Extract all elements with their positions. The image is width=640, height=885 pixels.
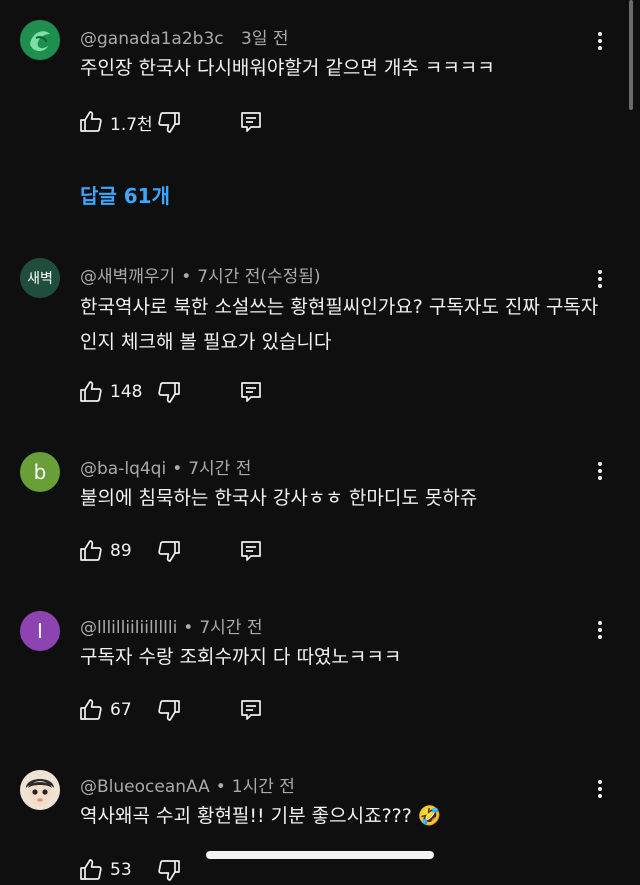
- thumbs-up-icon: [80, 859, 102, 880]
- reply-button[interactable]: [238, 109, 264, 135]
- more-vert-icon: [598, 462, 602, 466]
- comment-text: 구독자 수랑 조회수까지 다 따였노ㅋㅋㅋ: [80, 646, 402, 668]
- thumbs-up-icon: [80, 699, 102, 720]
- more-vert-icon: [598, 780, 602, 784]
- like-count: 53: [110, 860, 132, 880]
- reply-button[interactable]: [238, 697, 264, 723]
- separator: •: [183, 618, 194, 638]
- separator: •: [215, 777, 226, 797]
- like-button[interactable]: [78, 538, 104, 564]
- more-options-button[interactable]: [590, 267, 610, 291]
- baby-avatar-icon: [20, 770, 60, 810]
- comment-actions: 53: [78, 855, 182, 885]
- reply-button[interactable]: [238, 379, 264, 405]
- avatar[interactable]: 새벽: [20, 258, 60, 298]
- like-count: 89: [110, 541, 132, 561]
- more-options-button[interactable]: [590, 459, 610, 483]
- thumbs-down-icon: [158, 700, 180, 721]
- author-name[interactable]: @새벽깨우기: [80, 267, 175, 287]
- like-button[interactable]: [78, 857, 104, 883]
- reply-button[interactable]: [238, 538, 264, 564]
- thumbs-up-icon: [80, 381, 102, 402]
- author-name[interactable]: @ba-lq4qi: [80, 459, 166, 479]
- like-button[interactable]: [78, 379, 104, 405]
- dislike-button[interactable]: [156, 109, 182, 135]
- dislike-button[interactable]: [156, 857, 182, 883]
- comment-meta: @ganada1a2b3c 3일 전: [80, 24, 289, 49]
- comment-text: 역사왜곡 수괴 황현필!! 기분 좋으시죠??? 🤣: [80, 805, 442, 827]
- more-options-button[interactable]: [590, 777, 610, 801]
- more-options-button[interactable]: [590, 618, 610, 642]
- comment-meta: @BlueoceanAA • 1시간 전: [80, 772, 295, 797]
- reply-icon: [241, 382, 261, 402]
- avatar[interactable]: I: [20, 611, 60, 651]
- like-count: 67: [110, 700, 132, 720]
- avatar[interactable]: b: [20, 452, 60, 492]
- more-vert-icon: [598, 32, 602, 36]
- thumbs-down-icon: [158, 382, 180, 403]
- thumbs-down-icon: [158, 112, 180, 133]
- thumbs-up-icon: [80, 111, 102, 132]
- more-vert-icon: [598, 270, 602, 274]
- comment-time: 3일 전: [241, 29, 289, 49]
- more-vert-icon: [598, 621, 602, 625]
- separator: •: [181, 267, 192, 287]
- green-logo-icon: [20, 20, 60, 60]
- comment-time: 7시간 전(수정됨): [197, 267, 321, 287]
- like-button[interactable]: [78, 109, 104, 135]
- comment-actions: 89: [78, 536, 264, 566]
- thumbs-down-icon: [158, 541, 180, 562]
- separator: [230, 29, 235, 49]
- separator: •: [172, 459, 183, 479]
- more-options-button[interactable]: [590, 29, 610, 53]
- thumbs-up-icon: [80, 540, 102, 561]
- thumbs-down-icon: [158, 860, 180, 881]
- dislike-button[interactable]: [156, 697, 182, 723]
- reply-icon: [241, 112, 261, 132]
- comment-actions: 1.7천: [78, 107, 264, 137]
- author-name[interactable]: @BlueoceanAA: [80, 777, 210, 797]
- avatar[interactable]: [20, 770, 60, 810]
- author-name[interactable]: @ganada1a2b3c: [80, 29, 224, 49]
- author-name[interactable]: @lllilliiliillllli: [80, 618, 177, 638]
- like-button[interactable]: [78, 697, 104, 723]
- scrollbar[interactable]: [629, 0, 633, 110]
- comment-time: 1시간 전: [231, 777, 295, 797]
- like-count: 1.7천: [110, 114, 153, 135]
- comment-text: 불의에 침묵하는 한국사 강사ㅎㅎ 한마디도 못하쥬: [80, 487, 478, 509]
- home-indicator: [206, 851, 434, 859]
- like-count: 148: [110, 382, 143, 402]
- dislike-button[interactable]: [156, 538, 182, 564]
- comment-time: 7시간 전: [188, 459, 252, 479]
- dislike-button[interactable]: [156, 379, 182, 405]
- reply-icon: [241, 700, 261, 720]
- comment-text: 한국역사로 북한 소설쓰는 황현필씨인가요? 구독자도 진짜 구독자인지 체크해…: [80, 296, 599, 353]
- comment-meta: @ba-lq4qi • 7시간 전: [80, 454, 251, 479]
- comment-meta: @새벽깨우기 • 7시간 전(수정됨): [80, 262, 321, 287]
- reply-icon: [241, 541, 261, 561]
- comment-meta: @lllilliiliillllli • 7시간 전: [80, 613, 262, 638]
- avatar[interactable]: [20, 20, 60, 60]
- comment-actions: 67: [78, 695, 264, 725]
- comment-text: 주인장 한국사 다시배워야할거 같으면 개추 ㅋㅋㅋㅋ: [80, 57, 495, 79]
- view-replies-button[interactable]: 답글 61개: [80, 180, 170, 209]
- comment-actions: 148: [78, 377, 264, 407]
- comment-time: 7시간 전: [199, 618, 263, 638]
